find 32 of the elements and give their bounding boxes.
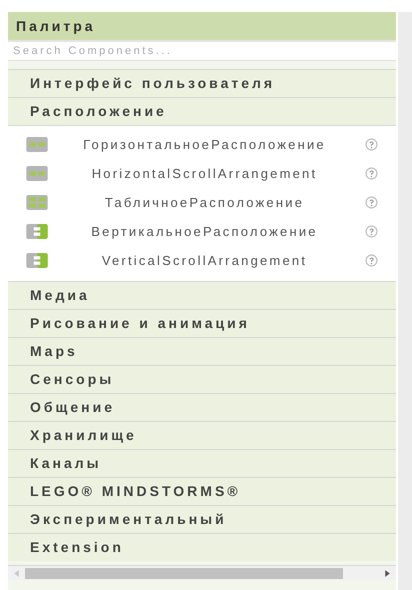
category-header[interactable]: Рисование и анимация (8, 309, 396, 337)
component-item[interactable]: HorizontalScrollArrangement (48, 166, 361, 181)
category-header[interactable]: LEGO® MINDSTORMS® (8, 477, 396, 505)
vertical-layout-icon (26, 224, 48, 239)
category-header[interactable]: Каналы (8, 449, 396, 477)
category-header[interactable]: Хранилище (8, 421, 396, 449)
horizontal-layout-icon (26, 137, 48, 152)
help-icon[interactable] (365, 225, 378, 238)
component-item[interactable]: ВертикальноеРасположение (48, 224, 361, 239)
category-header[interactable]: Maps (8, 337, 396, 365)
category-header[interactable]: Интерфейс пользователя (8, 69, 396, 97)
vertical-layout-icon (26, 253, 48, 268)
category-header[interactable]: Медиа (8, 281, 396, 309)
help-icon[interactable] (365, 167, 378, 180)
category-header[interactable]: Общение (8, 393, 396, 421)
palette-title: Палитра (8, 12, 396, 42)
help-icon[interactable] (365, 196, 378, 209)
category-header[interactable]: Extension (8, 533, 396, 561)
horizontal-scrollbar[interactable] (8, 565, 396, 580)
category-header[interactable]: Сенсоры (8, 365, 396, 393)
help-icon[interactable] (365, 254, 378, 267)
scroll-right-icon[interactable] (383, 568, 392, 578)
component-item[interactable]: VerticalScrollArrangement (48, 253, 361, 268)
category-header[interactable]: Экспериментальный (8, 505, 396, 533)
grid-icon (26, 195, 48, 210)
category-header[interactable]: Расположение (8, 97, 396, 125)
component-item[interactable]: ГоризонтальноеРасположение (48, 137, 361, 152)
scroll-left-icon[interactable] (12, 568, 21, 578)
help-icon[interactable] (365, 138, 378, 151)
component-item[interactable]: ТабличноеРасположение (48, 195, 361, 210)
horizontal-layout-icon (26, 166, 48, 181)
search-field[interactable]: Search Components... (8, 42, 396, 61)
